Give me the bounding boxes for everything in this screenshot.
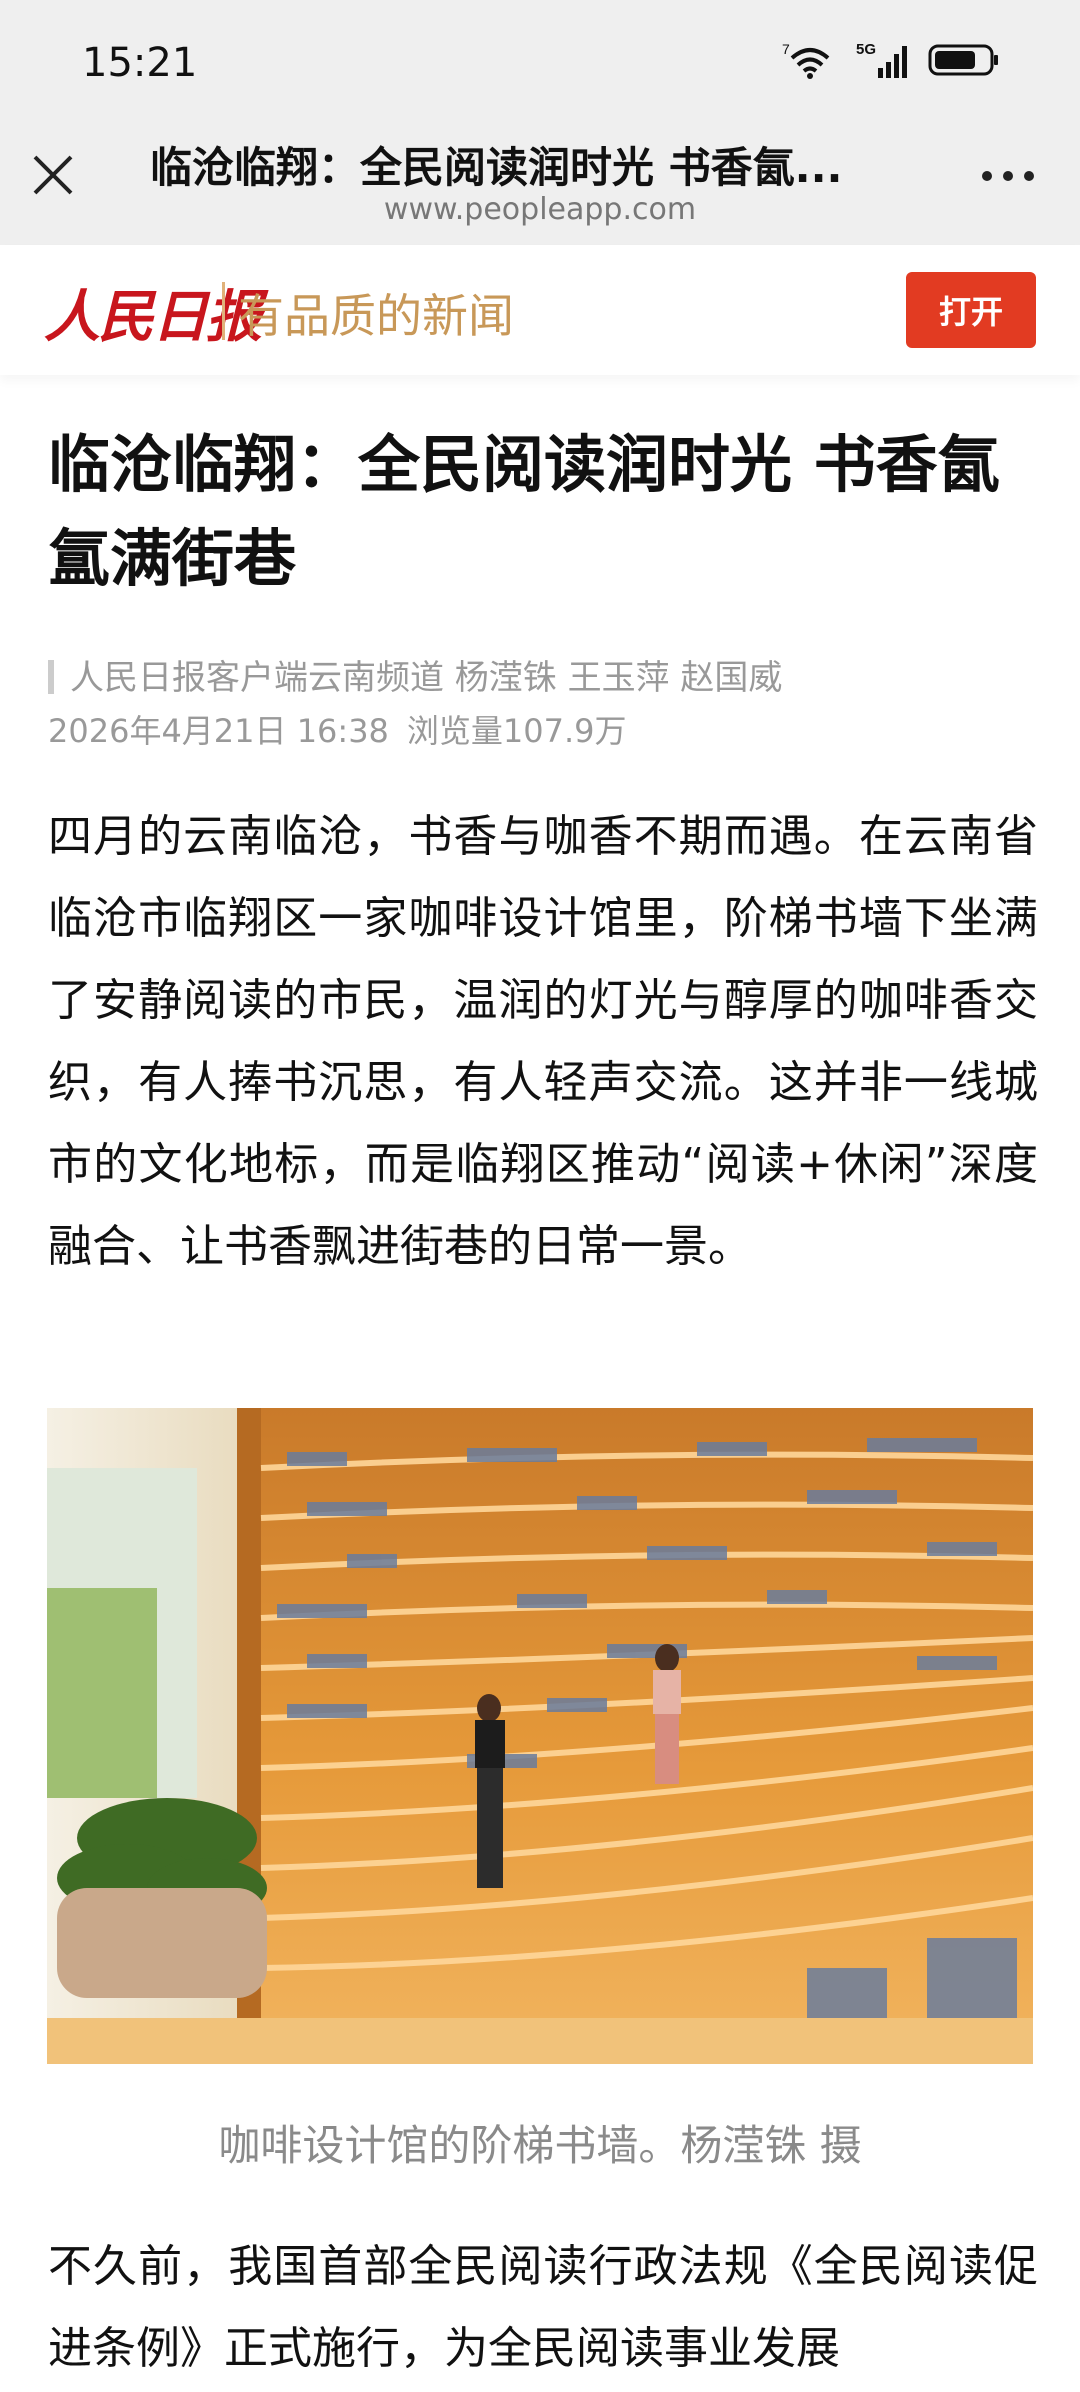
article-views: 浏览量107.9万 (406, 712, 627, 750)
wifi-badge: 7 (782, 41, 790, 57)
status-icons: 7 5G (782, 40, 1000, 84)
network-label: 5G (856, 41, 876, 58)
open-app-button[interactable]: 打开 (906, 272, 1036, 348)
image-caption: 咖啡设计馆的阶梯书墙。杨滢铢 摄 (218, 2121, 862, 2170)
wifi-icon: 7 (782, 40, 838, 84)
article-paragraph-1: 四月的云南临沧，书香与咖香不期而遇。在云南省临沧市临翔区一家咖啡设计馆里，阶梯书… (48, 811, 1038, 1272)
article-photo[interactable] (47, 1408, 1033, 2064)
app-logo: 人民日报 (44, 284, 262, 350)
battery-icon (928, 42, 1000, 82)
article-byline: 人民日报客户端云南频道 杨滢铢 王玉萍 赵国威 (70, 658, 783, 698)
app-slogan: 有品质的新闻 (238, 289, 514, 343)
article-meta: 2026年4月21日 16:38 浏览量107.9万 (48, 706, 645, 752)
banner-divider (222, 282, 225, 340)
article-title: 临沧临翔：全民阅读润时光 书香氤氲满街巷 (48, 428, 1000, 595)
close-icon[interactable] (30, 152, 76, 198)
article-paragraph-2: 不久前，我国首部全民阅读行政法规《全民阅读促进条例》正式施行，为全民阅读事业发展 (48, 2241, 1038, 2374)
browser-page-title: 临沧临翔：全民阅读润时光 书香氤... (150, 143, 843, 192)
signal-icon: 5G (856, 40, 910, 84)
status-time: 15:21 (82, 40, 198, 86)
byline-marker (48, 660, 54, 694)
article-date: 2026年4月21日 16:38 (48, 712, 389, 750)
browser-url: www.peopleapp.com (383, 192, 697, 227)
more-icon[interactable] (980, 168, 1036, 182)
